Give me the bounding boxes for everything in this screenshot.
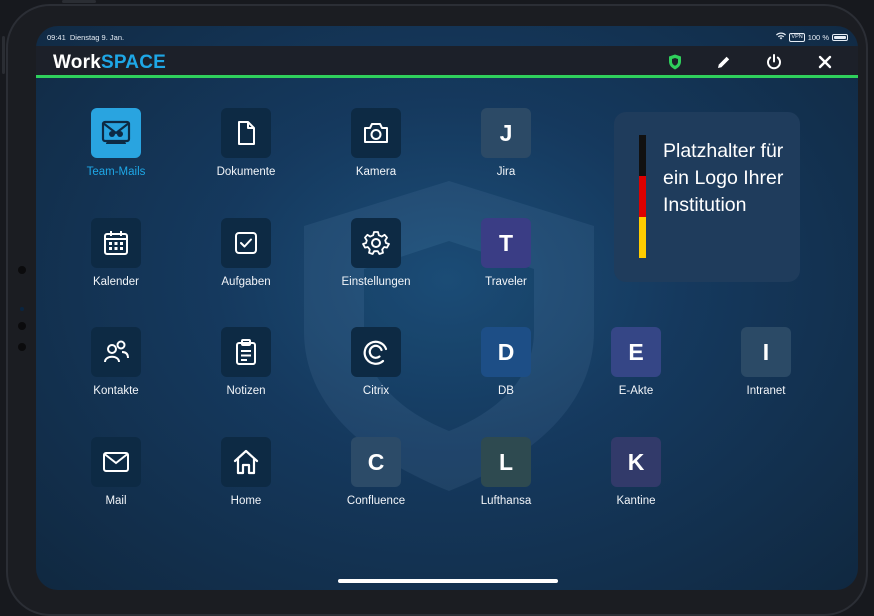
- edit-pencil-icon[interactable]: [714, 52, 734, 72]
- tablet-device: 09:41 Dienstag 9. Jan. VPN 100 % WorkSPA…: [0, 0, 874, 616]
- vpn-badge: VPN: [789, 32, 805, 42]
- app-jira[interactable]: J Jira: [446, 108, 566, 198]
- intranet-letter-icon: I: [741, 327, 791, 377]
- camera-icon: [351, 108, 401, 158]
- app-kalender[interactable]: Kalender: [56, 218, 176, 308]
- app-kamera[interactable]: Kamera: [316, 108, 436, 198]
- app-traveler[interactable]: T Traveler: [446, 218, 566, 308]
- logo-text-line-1: Platzhalter für: [663, 140, 784, 162]
- battery-percent: 100 %: [807, 32, 829, 42]
- kantine-letter-icon: K: [611, 437, 661, 487]
- home-indicator[interactable]: [338, 579, 558, 583]
- contacts-icon: [91, 327, 141, 377]
- gear-icon: [351, 218, 401, 268]
- status-indicators: VPN 100 %: [776, 32, 848, 42]
- status-datetime: 09:41 Dienstag 9. Jan.: [47, 33, 124, 42]
- app-home[interactable]: Home: [186, 437, 306, 527]
- shield-icon[interactable]: [665, 52, 685, 72]
- jira-label: Jira: [496, 166, 516, 178]
- kalender-label: Kalender: [92, 276, 140, 288]
- db-letter-icon: D: [481, 327, 531, 377]
- jira-letter-icon: J: [481, 108, 531, 158]
- power-icon[interactable]: [764, 52, 784, 72]
- flag-red-stripe: [639, 176, 646, 217]
- e-akte-label: E-Akte: [618, 385, 654, 397]
- brand-work: Work: [53, 52, 101, 73]
- institution-logo-placeholder: Platzhalter für ein Logo Ihrer Instituti…: [614, 112, 800, 282]
- wifi-icon: [776, 32, 787, 42]
- kamera-label: Kamera: [355, 166, 397, 178]
- app-screen: 09:41 Dienstag 9. Jan. VPN 100 % WorkSPA…: [36, 26, 858, 590]
- status-date: Dienstag 9. Jan.: [69, 33, 125, 42]
- flag-black-stripe: [639, 135, 646, 176]
- intranet-label: Intranet: [746, 385, 786, 397]
- close-icon[interactable]: [815, 52, 835, 72]
- app-e-akte[interactable]: E E-Akte: [576, 327, 696, 417]
- app-citrix[interactable]: Citrix: [316, 327, 436, 417]
- camera-sensor: [20, 307, 24, 311]
- app-intranet[interactable]: I Intranet: [706, 327, 826, 417]
- confluence-label: Confluence: [346, 495, 406, 507]
- app-confluence[interactable]: C Confluence: [316, 437, 436, 527]
- german-flag-bar: [639, 135, 646, 258]
- logo-placeholder-text: Platzhalter für ein Logo Ihrer Instituti…: [663, 138, 793, 219]
- team-mails-label: Team-Mails: [86, 166, 146, 178]
- traveler-letter-icon: T: [481, 218, 531, 268]
- app-kantine[interactable]: K Kantine: [576, 437, 696, 527]
- citrix-label: Citrix: [362, 385, 390, 397]
- brand-logo: WorkSPACE: [53, 52, 166, 74]
- traveler-label: Traveler: [485, 276, 527, 288]
- app-db[interactable]: D DB: [446, 327, 566, 417]
- home-label: Home: [230, 495, 262, 507]
- db-label: DB: [498, 385, 514, 397]
- logo-text-line-2: ein Logo Ihrer: [663, 167, 784, 189]
- sensor-dot-2: [18, 343, 26, 351]
- brand-space: SPACE: [100, 52, 167, 73]
- aufgaben-label: Aufgaben: [221, 276, 271, 288]
- notizen-label: Notizen: [226, 385, 266, 397]
- team-mails-icon: [91, 108, 141, 158]
- volume-button: [2, 36, 5, 74]
- app-einstellungen[interactable]: Einstellungen: [316, 218, 436, 308]
- confluence-letter-icon: C: [351, 437, 401, 487]
- document-icon: [221, 108, 271, 158]
- citrix-icon: [351, 327, 401, 377]
- app-mail[interactable]: Mail: [56, 437, 176, 527]
- checkbox-icon: [221, 218, 271, 268]
- flag-gold-stripe: [639, 217, 646, 258]
- calendar-icon: [91, 218, 141, 268]
- sensor-dot: [18, 322, 26, 330]
- lufthansa-letter-icon: L: [481, 437, 531, 487]
- app-kontakte[interactable]: Kontakte: [56, 327, 176, 417]
- app-lufthansa[interactable]: L Lufthansa: [446, 437, 566, 527]
- lufthansa-label: Lufthansa: [480, 495, 532, 507]
- logo-text-line-3: Institution: [663, 194, 747, 216]
- kantine-label: Kantine: [616, 495, 656, 507]
- top-button: [62, 0, 96, 3]
- mail-icon: [91, 437, 141, 487]
- kontakte-label: Kontakte: [93, 385, 139, 397]
- status-bar: 09:41 Dienstag 9. Jan. VPN 100 %: [36, 26, 858, 46]
- app-notizen[interactable]: Notizen: [186, 327, 306, 417]
- einstellungen-label: Einstellungen: [341, 276, 411, 288]
- status-time: 09:41: [47, 33, 66, 42]
- dokumente-label: Dokumente: [216, 166, 276, 178]
- clipboard-icon: [221, 327, 271, 377]
- app-dokumente[interactable]: Dokumente: [186, 108, 306, 198]
- front-camera: [18, 266, 26, 274]
- app-team-mails[interactable]: Team-Mails: [56, 108, 176, 198]
- app-header: WorkSPACE: [36, 46, 858, 78]
- e-akte-letter-icon: E: [611, 327, 661, 377]
- home-icon: [221, 437, 271, 487]
- app-aufgaben[interactable]: Aufgaben: [186, 218, 306, 308]
- mail-label: Mail: [105, 495, 127, 507]
- battery-icon: [832, 33, 848, 41]
